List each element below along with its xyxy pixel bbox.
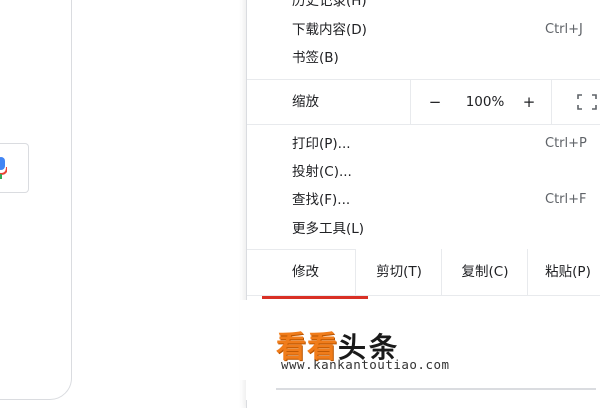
zoom-in-button[interactable]: + bbox=[517, 80, 541, 124]
menu-item-label: 下载内容(D) bbox=[292, 22, 367, 38]
menu-item-label: 更多工具(L) bbox=[292, 221, 365, 237]
cut-button[interactable]: 剪切(T) bbox=[355, 249, 442, 295]
menu-item-find[interactable]: 查找(F)... Ctrl+F bbox=[247, 187, 600, 213]
menu-item-shortcut: Ctrl+J bbox=[545, 22, 583, 37]
menu-item-label: 历史记录(H) bbox=[292, 0, 367, 9]
zoom-out-button[interactable]: − bbox=[423, 80, 447, 124]
menu-item-label: 查找(F)... bbox=[292, 192, 351, 208]
voice-search-button[interactable] bbox=[0, 143, 29, 193]
paste-button[interactable]: 粘贴(P) bbox=[527, 249, 600, 295]
copy-button[interactable]: 复制(C) bbox=[441, 249, 528, 295]
zoom-row: 缩放 − 100% + bbox=[247, 80, 600, 124]
menu-divider bbox=[276, 388, 596, 390]
menu-bottom-edge bbox=[246, 378, 600, 400]
search-box-panel bbox=[0, 0, 72, 400]
watermark-url: www.kankantoutiao.com bbox=[281, 357, 450, 372]
edit-label: 修改 bbox=[292, 264, 319, 280]
menu-item-label: 书签(B) bbox=[292, 50, 339, 66]
menu-item-print[interactable]: 打印(P)... Ctrl+P bbox=[247, 131, 600, 157]
menu-item-label: 投射(C)... bbox=[292, 164, 352, 180]
edit-row: 修改 剪切(T) 复制(C) 粘贴(P) bbox=[247, 249, 600, 295]
menu-item-more-tools[interactable]: 更多工具(L) bbox=[247, 216, 600, 242]
fullscreen-button[interactable] bbox=[577, 94, 597, 114]
watermark-accent-bar bbox=[262, 296, 368, 299]
menu-item-downloads[interactable]: 下载内容(D) Ctrl+J bbox=[247, 17, 600, 43]
menu-item-shortcut: Ctrl+P bbox=[545, 136, 587, 151]
menu-item-cast[interactable]: 投射(C)... bbox=[247, 159, 600, 185]
zoom-level: 100% bbox=[465, 94, 505, 110]
zoom-divider bbox=[551, 80, 552, 124]
menu-item-label: 打印(P)... bbox=[292, 136, 351, 152]
zoom-divider bbox=[410, 80, 411, 124]
fullscreen-icon bbox=[577, 94, 597, 110]
menu-item-history[interactable]: 历史记录(H) bbox=[247, 0, 600, 14]
menu-divider bbox=[247, 124, 600, 125]
menu-item-bookmarks[interactable]: 书签(B) bbox=[247, 45, 600, 71]
zoom-label: 缩放 bbox=[292, 94, 319, 110]
microphone-icon bbox=[0, 157, 7, 179]
menu-item-shortcut: Ctrl+F bbox=[545, 192, 587, 207]
